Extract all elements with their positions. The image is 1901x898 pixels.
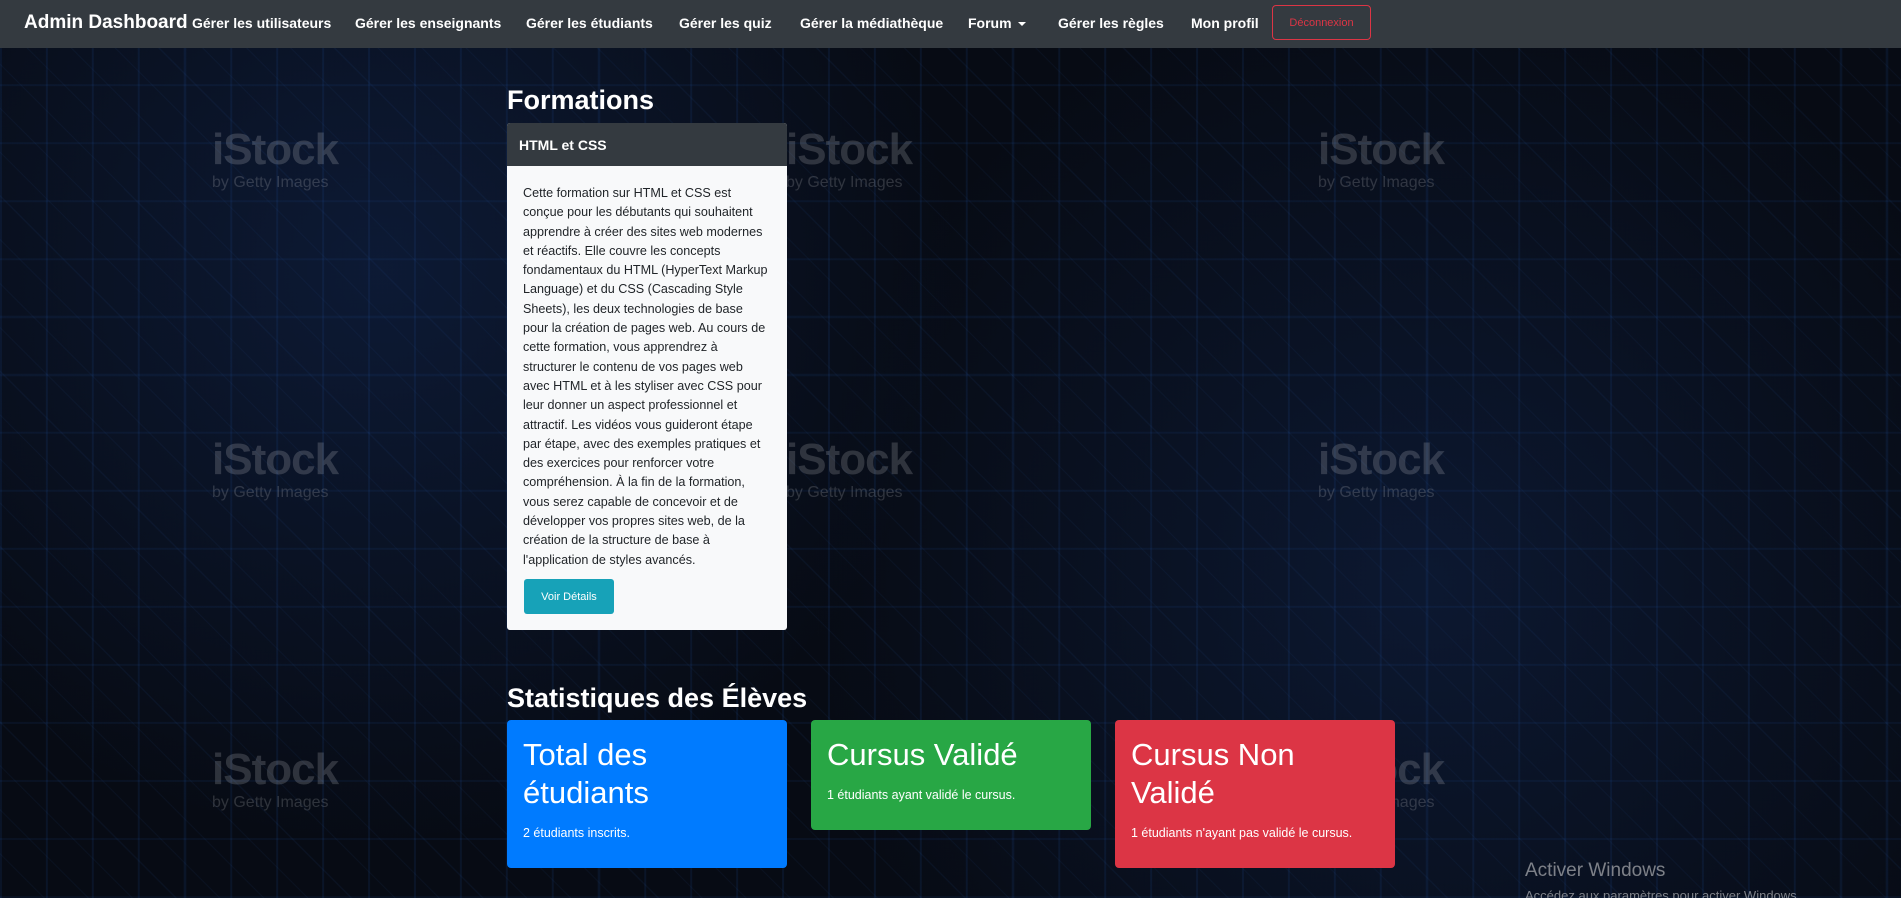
watermark-brand: iStock	[786, 125, 913, 174]
nav-item-users[interactable]: Gérer les utilisateurs	[192, 15, 331, 31]
view-details-button[interactable]: Voir Détails	[524, 579, 614, 614]
stat-card-title: Cursus Validé	[827, 737, 1018, 772]
watermark-brand: iStock	[212, 435, 339, 484]
stat-card-title: Total des étudiants	[523, 737, 649, 810]
nav-item-students[interactable]: Gérer les étudiants	[526, 15, 653, 31]
windows-activation-subtitle: Accédez aux paramètres pour activer Wind…	[1525, 888, 1801, 898]
formations-title: Formations	[507, 85, 655, 115]
watermark: iStock by Getty Images	[212, 125, 339, 192]
logout-button[interactable]: Déconnexion	[1272, 5, 1371, 40]
watermark-brand: iStock	[786, 435, 913, 484]
watermark: iStock by Getty Images	[786, 125, 913, 192]
nav-item-forum[interactable]: Forum	[968, 15, 1026, 31]
stat-card-title: Cursus Non Validé	[1131, 737, 1295, 810]
watermark-brand: iStock	[212, 125, 339, 174]
watermark-sub: by Getty Images	[212, 484, 329, 501]
watermark: iStock by Getty Images	[786, 435, 913, 502]
course-card-title: HTML et CSS	[507, 123, 787, 166]
watermark: iStock by Getty Images	[212, 435, 339, 502]
stat-card-validated: Cursus Validé 1 étudiants ayant validé l…	[811, 720, 1091, 830]
watermark-brand: iStock	[1318, 125, 1445, 174]
nav-item-quiz[interactable]: Gérer les quiz	[679, 15, 772, 31]
nav-item-media[interactable]: Gérer la médiathèque	[800, 15, 943, 31]
stat-card-text: 2 étudiants inscrits.	[523, 826, 630, 840]
watermark-sub: by Getty Images	[212, 794, 329, 811]
stat-card-text: 1 étudiants n'ayant pas validé le cursus…	[1131, 826, 1353, 840]
chevron-down-icon	[1017, 22, 1026, 27]
nav-item-profile[interactable]: Mon profil	[1191, 15, 1259, 31]
course-card: HTML et CSS Cette formation sur HTML et …	[507, 123, 787, 630]
watermark-sub: by Getty Images	[786, 484, 903, 501]
stat-card-total: Total des étudiants 2 étudiants inscrits…	[507, 720, 787, 868]
windows-activation-title: Activer Windows	[1525, 860, 1666, 881]
top-navbar: Admin Dashboard Gérer les utilisateurs G…	[0, 0, 1901, 48]
nav-item-teachers[interactable]: Gérer les enseignants	[355, 15, 501, 31]
watermark-sub: by Getty Images	[1318, 484, 1435, 501]
windows-activation-notice: Activer Windows Accédez aux paramètres p…	[1525, 860, 1800, 898]
watermark: iStock by Getty Images	[1318, 125, 1445, 192]
watermark: iStock by Getty Images	[212, 745, 339, 812]
stats-title: Statistiques des Élèves	[507, 683, 808, 713]
watermark-sub: by Getty Images	[1318, 174, 1435, 191]
nav-item-forum-label: Forum	[968, 15, 1012, 31]
navbar-brand[interactable]: Admin Dashboard	[24, 12, 188, 34]
watermark-brand: iStock	[212, 745, 339, 794]
watermark: iStock by Getty Images	[1318, 435, 1445, 502]
stat-card-not-validated: Cursus Non Validé 1 étudiants n'ayant pa…	[1115, 720, 1395, 868]
watermark-sub: by Getty Images	[786, 174, 903, 191]
stat-card-text: 1 étudiants ayant validé le cursus.	[827, 788, 1016, 802]
watermark-brand: iStock	[1318, 435, 1445, 484]
watermark-sub: by Getty Images	[212, 174, 329, 191]
course-card-description: Cette formation sur HTML et CSS est conç…	[523, 186, 768, 567]
nav-item-rules[interactable]: Gérer les règles	[1058, 15, 1164, 31]
